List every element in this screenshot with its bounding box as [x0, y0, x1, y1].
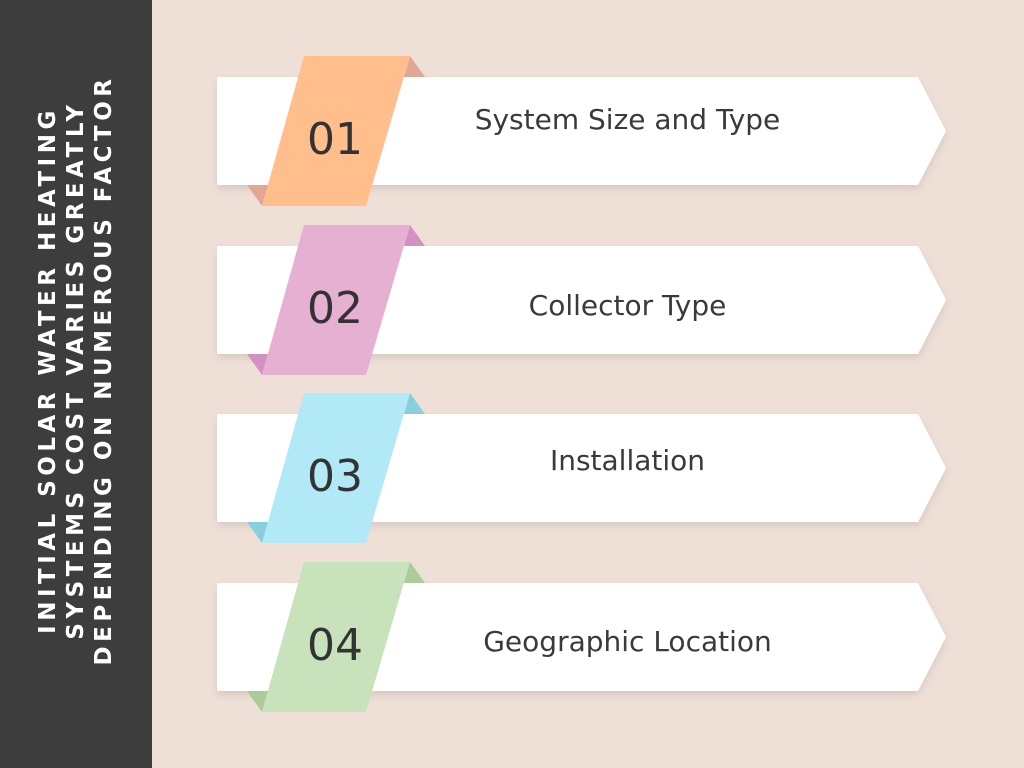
step-label: System Size and Type — [474, 103, 781, 136]
step-number: 04 — [307, 619, 363, 671]
step-2: 02 Collector Type — [0, 224, 1024, 385]
step-label: Collector Type — [528, 288, 727, 322]
step-label: Geographic Location — [483, 624, 772, 658]
step-number: 02 — [307, 282, 363, 334]
step-graphic — [217, 56, 946, 206]
step-4: 04 Geographic Location — [0, 561, 1024, 722]
step-1: 01 System Size and Type — [0, 56, 1024, 216]
step-number: 03 — [307, 451, 363, 502]
step-number: 01 — [307, 114, 363, 165]
step-3: 03 Installation — [0, 393, 1024, 553]
steps-list: 01 System Size and Type 02 Collector Type 03… — [0, 0, 1024, 768]
step-label: Installation — [549, 444, 706, 477]
